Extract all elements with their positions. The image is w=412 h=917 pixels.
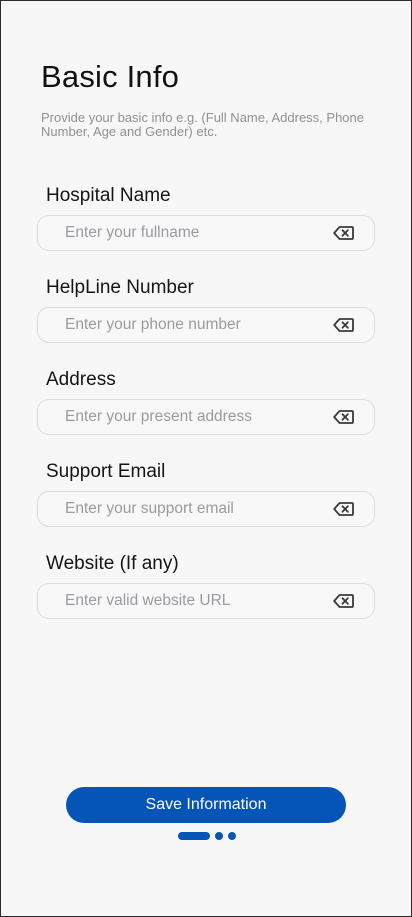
backspace-clear-icon[interactable] (332, 501, 354, 517)
website-label: Website (If any) (46, 553, 179, 574)
basic-info-screen: Basic Info Provide your basic info e.g. … (0, 0, 412, 917)
page-indicator-dot (215, 832, 223, 840)
address-input[interactable] (65, 408, 332, 426)
page-indicator (178, 831, 236, 841)
helpline-number-label: HelpLine Number (46, 277, 194, 298)
helpline-number-input[interactable] (65, 316, 332, 334)
page-indicator-active (178, 832, 210, 840)
website-input-box[interactable] (37, 583, 375, 619)
page-title: Basic Info (41, 59, 180, 94)
backspace-clear-icon[interactable] (332, 317, 354, 333)
website-input[interactable] (65, 592, 332, 610)
backspace-clear-icon[interactable] (332, 593, 354, 609)
address-input-box[interactable] (37, 399, 375, 435)
page-subtitle: Provide your basic info e.g. (Full Name,… (41, 110, 364, 139)
page-indicator-dot (228, 832, 236, 840)
helpline-number-input-box[interactable] (37, 307, 375, 343)
hospital-name-input[interactable] (65, 224, 332, 242)
support-email-label: Support Email (46, 461, 166, 482)
support-email-input-box[interactable] (37, 491, 375, 527)
hospital-name-input-box[interactable] (37, 215, 375, 251)
support-email-input[interactable] (65, 500, 332, 518)
hospital-name-label: Hospital Name (46, 185, 171, 206)
backspace-clear-icon[interactable] (332, 409, 354, 425)
save-information-button[interactable]: Save Information (66, 787, 346, 823)
backspace-clear-icon[interactable] (332, 225, 354, 241)
address-label: Address (46, 369, 116, 390)
